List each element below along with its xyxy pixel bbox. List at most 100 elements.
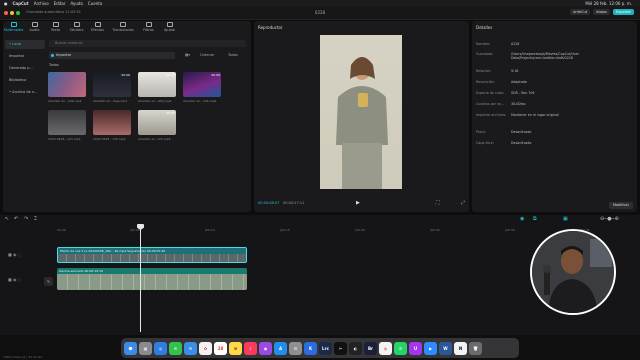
word-icon[interactable]: W — [439, 341, 452, 355]
track-controls-video[interactable]: ■ ◉ ◌ — [8, 252, 21, 257]
detail-label-import: Importar archivos: — [476, 113, 507, 117]
tick-label: |00:25 — [430, 228, 440, 232]
menu-app-name[interactable]: CapCut — [13, 0, 29, 7]
settings-icon[interactable]: ⚙ — [289, 341, 302, 355]
keynote-icon[interactable]: K — [304, 341, 317, 355]
play-icon[interactable]: ▶ — [356, 200, 360, 206]
modify-button[interactable]: Modificar — [609, 202, 633, 209]
split-icon[interactable]: ⌶ — [34, 216, 37, 222]
select-tool-icon[interactable]: ↖ — [5, 216, 9, 222]
adjust-icon — [166, 22, 173, 27]
tab-transitions[interactable]: Transiciones — [108, 21, 138, 35]
tab-adjust[interactable]: Ajuste — [159, 21, 180, 35]
detail-value-fps: 30.00fps — [511, 102, 526, 106]
media-thumb-label: 2024 0228...123.mp4 — [48, 137, 81, 141]
import-button[interactable]: Importar — [49, 52, 175, 59]
sticker-icon — [73, 22, 80, 27]
menu-edit[interactable]: Editar — [54, 0, 66, 7]
sidebar-item-generated[interactable]: Generado p... — [5, 64, 45, 73]
media-thumb[interactable] — [93, 110, 131, 135]
messages-icon[interactable]: ✉ — [169, 341, 182, 355]
detail-label-colorspace: Espacio de color: — [476, 91, 505, 95]
menu-file[interactable]: Archivo — [34, 0, 49, 7]
menu-help[interactable]: Ayuda — [71, 0, 83, 7]
macos-dock: ☻ ▦ ◎ ✉ ✉ ✿ 28 ≡ ♪ ◉ A ⚙ K Lrc ✂ ◐ Br ◍ … — [121, 338, 519, 358]
lightroom-icon[interactable]: Lrc — [319, 341, 332, 355]
notes-icon[interactable]: ≡ — [229, 341, 242, 355]
magnet-icon[interactable]: ◉ — [520, 216, 524, 222]
sort-button[interactable]: Ordenar — [200, 52, 214, 59]
app-store-icon[interactable]: A — [274, 341, 287, 355]
view-toggle-icon[interactable]: ▦▾ — [185, 52, 190, 59]
figma-icon[interactable]: ◐ — [349, 341, 362, 355]
video-preview[interactable] — [320, 35, 402, 189]
tick-label: |00:20 — [355, 228, 365, 232]
media-thumb[interactable]: 00:08 — [183, 72, 221, 97]
track-controls-audio[interactable]: ■ ◉ ◌ — [8, 277, 21, 282]
zoom-icon[interactable]: ▶ — [424, 341, 437, 355]
sidebar-item-archive[interactable]: • Archivo de n... — [5, 88, 45, 97]
detail-value-proxy: Desactivado — [511, 130, 532, 134]
mail-icon[interactable]: ✉ — [184, 341, 197, 355]
tab-filters[interactable]: Filtros — [138, 21, 159, 35]
trash-icon[interactable]: 🗑 — [469, 341, 482, 355]
detail-label-free-layer: Capa libre: — [476, 141, 494, 145]
tab-audio[interactable]: Audio — [24, 21, 45, 35]
video-clip[interactable]: Efecto de voz 2 Ls 20240228_182... 4K.mp… — [57, 247, 247, 263]
podcasts-icon[interactable]: ◉ — [259, 341, 272, 355]
launchpad-icon[interactable]: ▦ — [139, 341, 152, 355]
media-thumb[interactable] — [48, 110, 86, 135]
account-button[interactable]: AnteCut — [569, 9, 591, 15]
detail-value-free-layer: Desactivado — [511, 141, 532, 145]
tab-stickers[interactable]: Stickers — [66, 21, 87, 35]
menu-account[interactable]: Cuenta — [88, 0, 102, 7]
apple-icon[interactable]: ● — [4, 0, 8, 7]
media-thumb[interactable]: 00:08 — [138, 72, 176, 97]
playhead[interactable] — [140, 224, 141, 332]
clock[interactable]: Mié 28 feb. 12:06 p. m. — [585, 0, 632, 7]
media-search-input[interactable]: Buscar material — [49, 40, 246, 47]
tick-label: |00:10 — [205, 228, 215, 232]
detail-value-ratio: 9:16 — [511, 69, 519, 73]
preview-axis-icon[interactable]: ▣ — [563, 216, 568, 222]
safari-icon[interactable]: ◎ — [154, 341, 167, 355]
crop-icon[interactable]: ⛶ — [436, 200, 440, 206]
media-thumb[interactable]: 00:06 — [93, 72, 131, 97]
zoom-slider[interactable]: ⊖─●─⊕ — [600, 216, 619, 222]
media-thumb-label: 2024 0228...7d2.mp4 — [93, 137, 126, 141]
sidebar-item-library[interactable]: Biblioteca — [5, 76, 45, 85]
music-icon[interactable]: ♪ — [244, 341, 257, 355]
tick-label: 00:00 — [57, 228, 66, 232]
photos-icon[interactable]: ✿ — [199, 341, 212, 355]
tick-label: |00:15 — [280, 228, 290, 232]
undo-icon[interactable]: ↶ — [14, 216, 18, 222]
filter-icon — [145, 22, 152, 27]
chrome-icon[interactable]: ◍ — [379, 341, 392, 355]
capcut-icon[interactable]: ✂ — [334, 341, 347, 355]
media-thumb-label: Añadido ari...2db.mp4 — [48, 99, 82, 103]
tab-effects[interactable]: Efectos — [87, 21, 108, 35]
media-thumb[interactable]: 00:05 — [138, 110, 176, 135]
whatsapp-icon[interactable]: ✆ — [394, 341, 407, 355]
details-title: Detalles — [476, 25, 493, 30]
media-thumb[interactable] — [48, 72, 86, 97]
finder-icon[interactable]: ☻ — [124, 341, 137, 355]
redo-icon[interactable]: ↷ — [24, 216, 28, 222]
sidebar-item-local[interactable]: • Local — [5, 40, 45, 49]
app-root: ● CapCut Archivo Editar Ayuda Cuenta Mié… — [0, 0, 640, 360]
calendar-icon[interactable]: 28 — [214, 341, 227, 355]
cover-button[interactable]: ✎ — [44, 277, 53, 286]
filter-button[interactable]: Todos — [228, 52, 238, 59]
notion-icon[interactable]: N — [454, 341, 467, 355]
link-icon[interactable]: ⧉ — [533, 216, 537, 222]
tab-text[interactable]: Texto — [45, 21, 66, 35]
bridge-icon[interactable]: Br — [364, 341, 377, 355]
udemy-icon[interactable]: U — [409, 341, 422, 355]
sidebar-item-import[interactable]: Importar — [5, 52, 45, 61]
tab-multimedia[interactable]: Multimedia — [3, 21, 24, 35]
export-button[interactable]: Exportar — [612, 9, 634, 15]
shortcuts-button[interactable]: Atajos — [593, 9, 610, 15]
audio-clip[interactable]: Alarma animado 00:00:19:10 — [57, 268, 247, 290]
fullscreen-icon[interactable]: ⤢ — [461, 200, 465, 206]
detail-label-fps: Cuadros por se... — [476, 102, 504, 106]
